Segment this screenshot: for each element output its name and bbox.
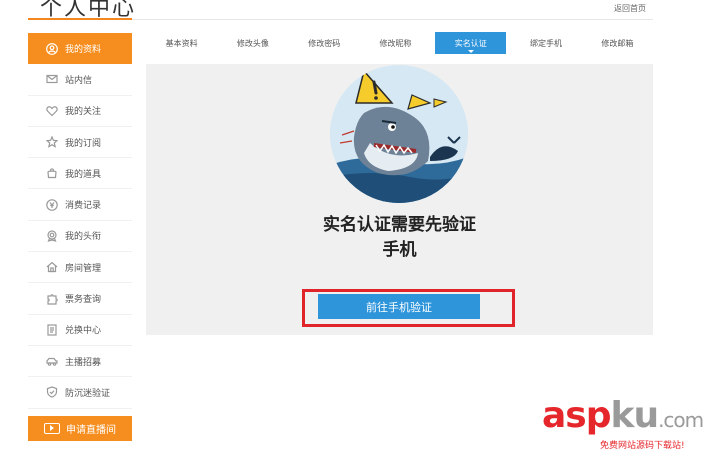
tab-change-email[interactable]: 修改邮箱	[582, 32, 653, 54]
sidebar-item-label: 站内信	[65, 75, 93, 86]
verification-message-continued: 手机	[382, 240, 417, 260]
tab-change-avatar[interactable]: 修改头像	[217, 32, 288, 54]
title-underline	[28, 18, 132, 20]
page: 个人中心 返回首页 我的资料 站内信 我的关注 我的订阅 我的道具 消费记录 我…	[0, 0, 713, 457]
sidebar-item-label: 我的头衔	[65, 232, 102, 243]
sidebar-item-recruit[interactable]: 主播招募	[28, 346, 132, 378]
sidebar-item-items[interactable]: 我的道具	[28, 158, 132, 190]
tab-basic-info[interactable]: 基本资料	[146, 32, 217, 54]
car-icon	[45, 354, 59, 368]
settings-tabs: 基本资料 修改头像 修改密码 修改昵称 实名认证 绑定手机 修改邮箱	[146, 32, 653, 54]
sidebar-item-label: 我的资料	[65, 45, 102, 56]
watermark-tagline: 免费网站源码下载站!	[600, 441, 685, 451]
tab-change-password[interactable]: 修改密码	[289, 32, 360, 54]
sidebar-item-messages[interactable]: 站内信	[28, 64, 132, 96]
watermark-brand: aspku.com	[542, 395, 704, 436]
sidebar-item-label: 兑换中心	[65, 326, 102, 337]
watermark-logo: aspku.com 免费网站源码下载站!	[542, 398, 707, 453]
sidebar-item-label: 我的订阅	[65, 138, 102, 149]
sidebar-item-label: 消费记录	[65, 201, 102, 212]
tab-bind-phone[interactable]: 绑定手机	[510, 32, 581, 54]
apply-live-room-button[interactable]: 申请直播间	[28, 416, 132, 441]
sidebar-item-profile[interactable]: 我的资料	[28, 33, 132, 65]
doc-icon	[45, 323, 59, 337]
sidebar-item-label: 票务查询	[65, 295, 102, 306]
apply-live-room-label: 申请直播间	[66, 425, 116, 436]
sidebar-item-label: 防沉迷验证	[65, 388, 111, 399]
verification-message: 实名认证需要先验证	[323, 215, 476, 235]
user-icon	[45, 42, 59, 56]
back-home-link[interactable]: 返回首页	[614, 3, 646, 14]
bag-icon	[45, 166, 59, 180]
badge-icon	[45, 229, 59, 243]
sidebar-item-spending[interactable]: 消费记录	[28, 189, 132, 221]
heart-icon	[45, 104, 59, 118]
verification-panel: 实名认证需要先验证 手机 前往手机验证	[146, 64, 653, 335]
mail-icon	[45, 72, 59, 86]
sidebar-item-subscriptions[interactable]: 我的订阅	[28, 127, 132, 159]
tab-change-nickname[interactable]: 修改昵称	[360, 32, 431, 54]
sidebar-item-label: 我的关注	[65, 107, 102, 118]
tab-real-name-verification[interactable]: 实名认证	[435, 32, 507, 54]
yen-icon	[45, 198, 59, 212]
sidebar-item-label: 我的道具	[65, 169, 102, 180]
puzzle-icon	[45, 292, 59, 306]
star-icon	[45, 135, 59, 149]
shark-warning-illustration	[330, 65, 468, 203]
sidebar-item-tickets[interactable]: 票务查询	[28, 283, 132, 315]
sidebar: 我的资料 站内信 我的关注 我的订阅 我的道具 消费记录 我的头衔 房间管理 票…	[28, 33, 132, 409]
header-divider	[132, 19, 653, 20]
home-icon	[45, 260, 59, 274]
sidebar-item-anti-addiction[interactable]: 防沉迷验证	[28, 377, 132, 409]
sidebar-item-follows[interactable]: 我的关注	[28, 96, 132, 127]
sidebar-item-label: 主播招募	[65, 357, 102, 368]
shield-icon	[45, 385, 59, 399]
tv-play-icon	[44, 423, 60, 434]
sidebar-item-room-management[interactable]: 房间管理	[28, 252, 132, 284]
go-phone-verification-button[interactable]: 前往手机验证	[318, 294, 480, 319]
sidebar-item-label: 房间管理	[65, 263, 102, 274]
sidebar-item-titles[interactable]: 我的头衔	[28, 221, 132, 253]
sidebar-item-exchange[interactable]: 兑换中心	[28, 315, 132, 346]
